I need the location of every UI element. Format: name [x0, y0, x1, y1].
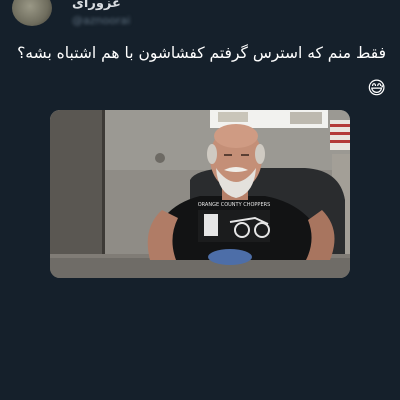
tweet-header: عزورای @aznoorai	[0, 0, 400, 40]
media-illustration: ORANGE COUNTY CHOPPERS	[50, 110, 350, 278]
author-display-name[interactable]: عزورای	[72, 0, 121, 11]
tweet-media-image[interactable]: ORANGE COUNTY CHOPPERS	[50, 110, 350, 278]
author-avatar[interactable]	[12, 0, 52, 26]
tweet-text: فقط منم که استرس گرفتم کفشاشون با هم اشت…	[14, 36, 386, 107]
tweet-body: فقط منم که استرس گرفتم کفشاشون با هم اشت…	[17, 44, 386, 62]
grinning-sweat-emoji: 😅	[367, 78, 386, 99]
author-handle[interactable]: @aznoorai	[72, 14, 130, 27]
shirt-print-text: ORANGE COUNTY CHOPPERS	[198, 202, 271, 208]
more-options-icon[interactable]	[370, 0, 388, 5]
